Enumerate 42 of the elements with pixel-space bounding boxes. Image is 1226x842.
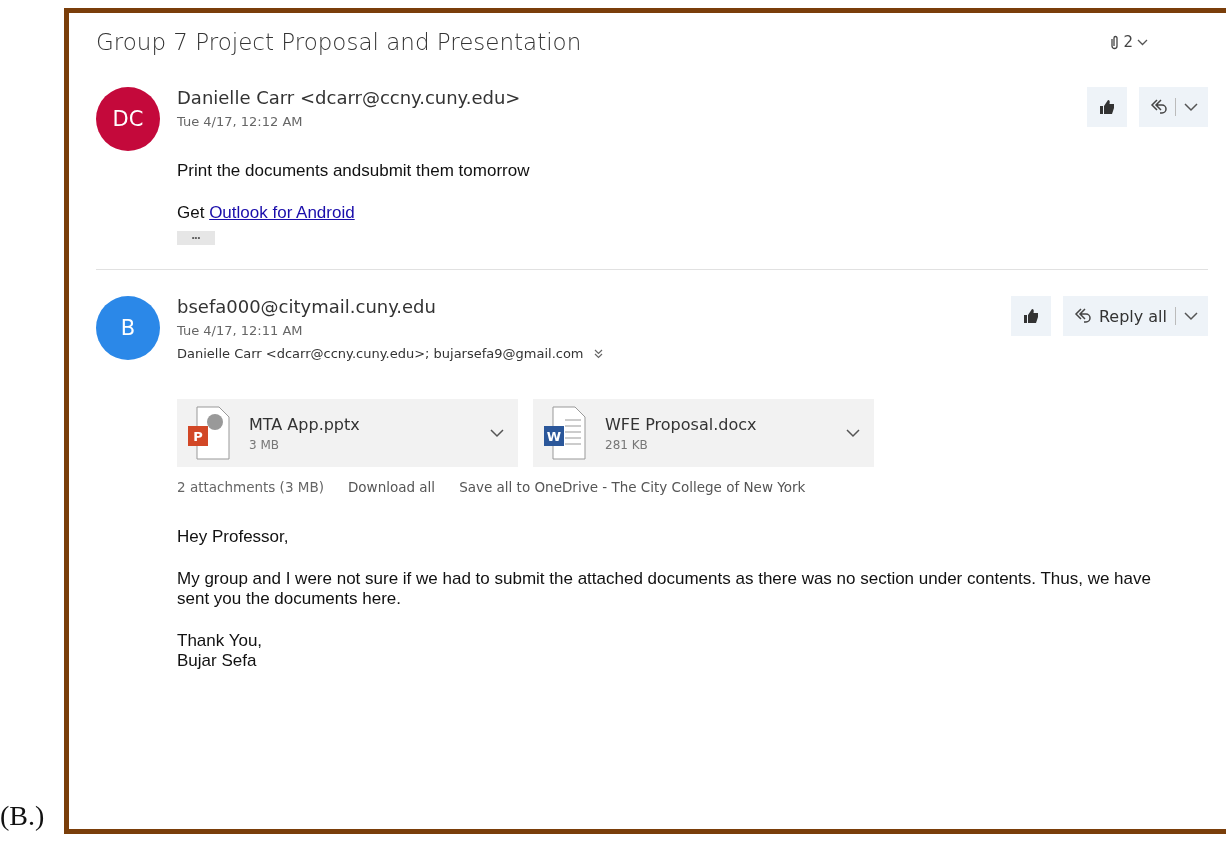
show-more-button[interactable]: ••• <box>177 231 215 245</box>
attachment-size: 3 MB <box>249 437 281 452</box>
reply-all-button[interactable]: Reply all <box>1062 296 1208 336</box>
reply-all-icon <box>1149 98 1167 116</box>
message-text: My group and I were not sure if we had to submit the attached documents as there was no section under contents. Thus, we have sent you the documents here. <box>177 569 1152 609</box>
message-date: Tue 4/17, 12:12 AM <box>177 114 304 129</box>
caret-icon <box>1137 38 1148 46</box>
attachment-count[interactable]: 2 <box>1110 33 1148 51</box>
avatar: DC <box>96 87 160 151</box>
paperclip-icon <box>1110 34 1120 50</box>
message-text: Get Outlook for Android <box>177 203 355 223</box>
attachment-name: WFE Proposal.docx <box>605 414 758 434</box>
attachment-card[interactable]: P MTA App.pptx 3 MB <box>177 399 518 467</box>
signature-text: Thank You, Bujar Sefa <box>177 631 263 671</box>
reply-all-button[interactable] <box>1139 87 1208 127</box>
thumbs-up-icon <box>1022 309 1039 323</box>
caret-icon <box>1184 311 1198 321</box>
count-text: 2 <box>1123 33 1133 51</box>
figure-label: (B.) <box>0 800 46 833</box>
message-text: Print the documents andsubmit them tomorrow <box>177 161 530 181</box>
sender-name: bsefa000@citymail.cuny.edu <box>177 296 437 317</box>
message-text: Hey Professor, <box>177 527 289 547</box>
like-button[interactable] <box>1010 296 1051 336</box>
attachment-action-link[interactable]: Download all <box>347 479 436 495</box>
attachment-card[interactable]: W WFE Proposal.docx 281 KB <box>533 399 874 467</box>
caret-icon <box>490 428 504 438</box>
outlook-link[interactable]: Outlook for Android <box>209 203 355 222</box>
caret-icon <box>1184 102 1198 112</box>
double-caret-icon[interactable] <box>593 348 603 359</box>
message-date: Tue 4/17, 12:11 AM <box>177 323 304 338</box>
thumbs-up-icon <box>1099 100 1115 114</box>
sender-name: Danielle Carr <dcarr@ccny.cuny.edu> <box>177 87 521 108</box>
email-subject: Group 7 Project Proposal and Presentation <box>96 29 582 55</box>
attachments-summary: 2 attachments (3 MB) <box>177 479 324 495</box>
attachment-name: MTA App.pptx <box>249 414 361 434</box>
attachment-size: 281 KB <box>605 437 649 452</box>
recipients-text: Danielle Carr <dcarr@ccny.cuny.edu>; bujarsefa9@gmail.com <box>177 346 584 361</box>
avatar: B <box>96 296 160 360</box>
like-button[interactable] <box>1087 87 1127 127</box>
reply-all-icon <box>1072 307 1091 325</box>
attachment-action-link[interactable]: Save all to OneDrive - The City College of New York <box>459 479 806 495</box>
caret-icon <box>846 428 860 438</box>
